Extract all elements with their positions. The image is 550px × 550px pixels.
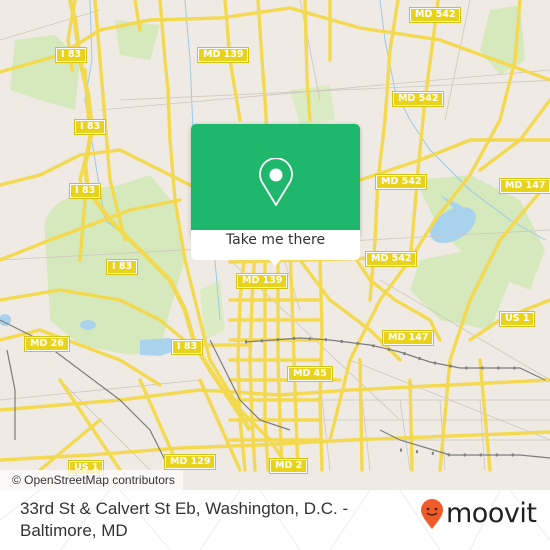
map-attribution: © OpenStreetMap contributors <box>0 470 183 490</box>
road-shield-i-83: I 83 <box>73 119 107 135</box>
road-shield-md-26: MD 26 <box>24 336 70 352</box>
road-shield-md-139: MD 139 <box>235 273 289 289</box>
footer: 33rd St & Calvert St Eb, Washington, D.C… <box>0 490 550 550</box>
moovit-wordmark: moovit <box>446 498 537 529</box>
popup-pointer <box>267 257 283 266</box>
map-pin-icon <box>259 158 293 206</box>
take-me-there-popup[interactable]: Take me there <box>191 124 360 266</box>
road-shield-us-1: US 1 <box>498 311 536 327</box>
road-shield-md-147: MD 147 <box>381 330 435 346</box>
road-shield-i-83: I 83 <box>105 259 139 275</box>
road-shield-i-83: I 83 <box>68 183 102 199</box>
road-shield-i-83: I 83 <box>54 47 88 63</box>
popup-header[interactable] <box>191 124 360 230</box>
moovit-brand[interactable]: moovit <box>420 498 537 530</box>
road-shield-md-45: MD 45 <box>287 366 333 382</box>
road-shield-md-542: MD 542 <box>374 174 428 190</box>
road-shield-md-147: MD 147 <box>498 178 550 194</box>
road-shield-md-129: MD 129 <box>163 454 217 470</box>
take-me-there-button[interactable]: Take me there <box>191 230 360 260</box>
road-shield-md-542: MD 542 <box>408 7 462 23</box>
road-shield-md-2: MD 2 <box>268 458 309 474</box>
road-shield-md-542: MD 542 <box>364 251 418 267</box>
road-shield-i-83: I 83 <box>170 339 204 355</box>
road-shield-md-139: MD 139 <box>196 47 250 63</box>
moovit-logo-pin-icon <box>421 499 443 529</box>
stop-address: 33rd St & Calvert St Eb, Washington, D.C… <box>20 499 349 540</box>
map[interactable]: MD 542 I 83 MD 139 I 83 MD 542 I 83 MD 5… <box>0 0 550 490</box>
road-shield-md-542: MD 542 <box>391 91 445 107</box>
